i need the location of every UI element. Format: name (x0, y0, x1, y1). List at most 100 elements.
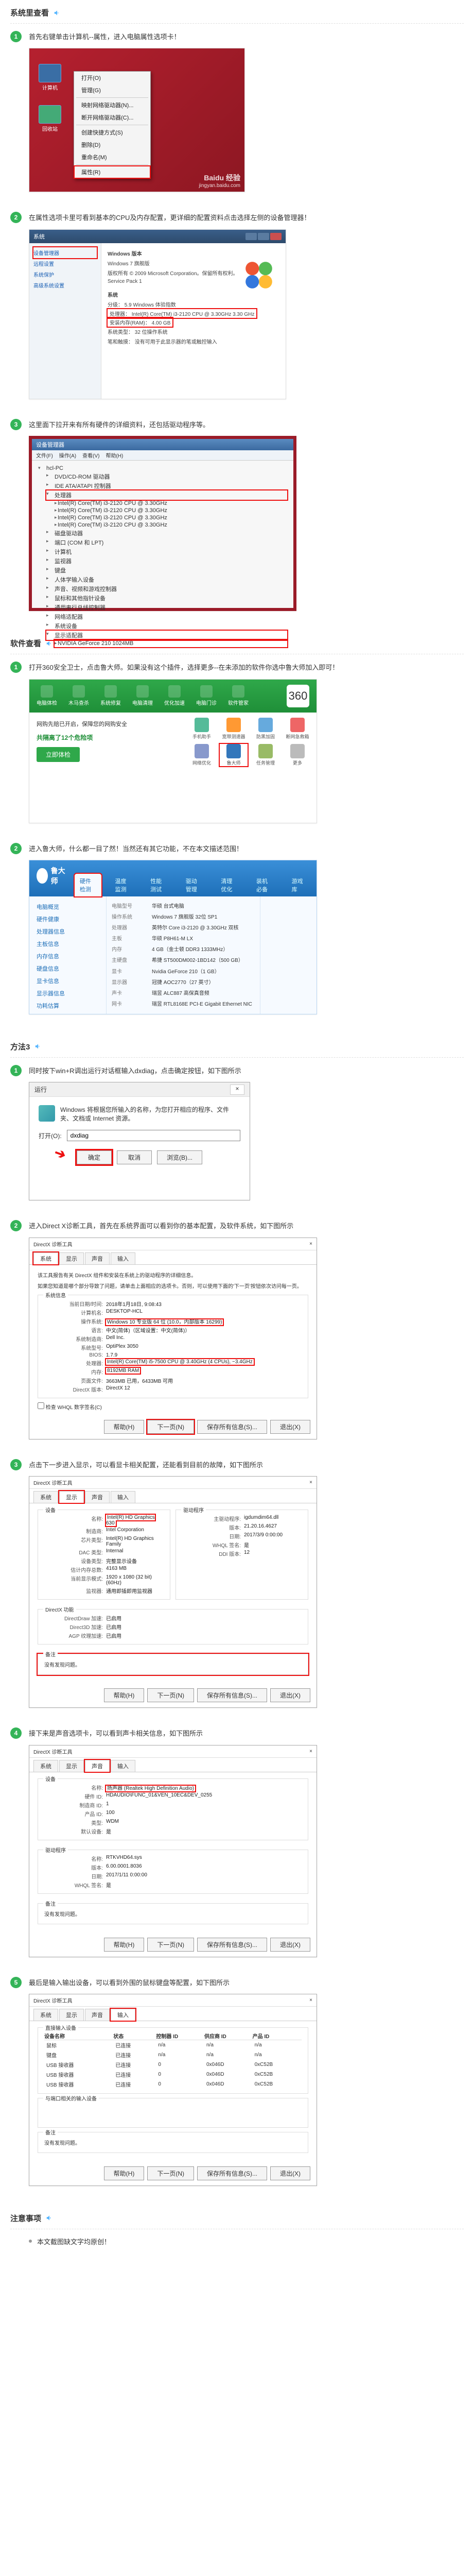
dx-tab-input[interactable]: 输入 (111, 1760, 135, 1772)
tool-ludashi[interactable]: 鲁大师 (220, 744, 248, 766)
dx-tab-display[interactable]: 显示 (59, 2009, 84, 2021)
menu-item-disconnect[interactable]: 断开网络驱动器(C)... (74, 111, 150, 124)
ld-tab-game[interactable]: 游戏库 (287, 874, 309, 896)
ld-tab-clean[interactable]: 清理优化 (216, 874, 243, 896)
menu-item-manage[interactable]: 管理(G) (74, 84, 150, 96)
menu-item-open[interactable]: 打开(O) (74, 72, 150, 84)
next-button[interactable]: 下一页(N) (147, 1420, 194, 1434)
ld-cat-gfx[interactable]: 显卡信息 (33, 975, 102, 987)
help-button[interactable]: 帮助(H) (104, 1938, 145, 1952)
dx-tab-input[interactable]: 输入 (111, 1491, 135, 1503)
ld-tab-hardware[interactable]: 硬件检测 (75, 874, 102, 896)
tree-ports[interactable]: 端口 (COM 和 LPT) (46, 538, 287, 547)
close-button[interactable]: × (230, 1084, 244, 1095)
tree-sound[interactable]: 声音、视频和游戏控制器 (46, 584, 287, 594)
360-tab-health[interactable]: 电脑体检 (37, 685, 57, 706)
ld-tab-driver[interactable]: 驱动管理 (181, 874, 208, 896)
tree-disk[interactable]: 磁盘驱动器 (46, 529, 287, 538)
menu-item-properties[interactable]: 属性(R) (74, 166, 150, 178)
dx-tab-system[interactable]: 系统 (33, 1760, 58, 1772)
menu-item-shortcut[interactable]: 创建快捷方式(S) (74, 126, 150, 139)
tree-mouse[interactable]: 鼠标和其他指针设备 (46, 594, 287, 603)
cancel-button[interactable]: 取消 (117, 1150, 152, 1164)
dx-tab-sound[interactable]: 声音 (85, 2009, 110, 2021)
exit-button[interactable]: 退出(X) (270, 2166, 310, 2180)
link-device-manager[interactable]: 设备管理器 (33, 247, 97, 258)
tree-keyboard[interactable]: 键盘 (46, 566, 287, 575)
360-tab-trojan[interactable]: 木马查杀 (68, 685, 89, 706)
menu-item-rename[interactable]: 重命名(M) (74, 151, 150, 163)
tree-cpu-item[interactable]: Intel(R) Core(TM) i3-2120 CPU @ 3.30GHz (55, 521, 287, 529)
browse-button[interactable]: 浏览(B)... (157, 1150, 202, 1164)
save-button[interactable]: 保存所有信息(S)... (197, 1420, 267, 1434)
tree-monitor[interactable]: 监视器 (46, 556, 287, 566)
menu-view[interactable]: 查看(V) (82, 451, 99, 459)
tree-display-adapters[interactable]: 显示适配器 (46, 631, 287, 640)
tool-netfix[interactable]: 断网急救箱 (284, 718, 311, 740)
close-button[interactable]: × (309, 1241, 312, 1247)
dx-tab-input[interactable]: 输入 (111, 1252, 135, 1264)
360-avatar[interactable]: 360 (287, 685, 309, 707)
tool-speed[interactable]: 宽带测速器 (220, 718, 248, 740)
ld-tab-install[interactable]: 装机必备 (251, 874, 278, 896)
exit-button[interactable]: 退出(X) (270, 1938, 310, 1952)
tree-root[interactable]: hcl-PC (38, 465, 287, 472)
next-button[interactable]: 下一页(N) (147, 1938, 194, 1952)
close-button[interactable] (270, 233, 282, 240)
next-button[interactable]: 下一页(N) (147, 2166, 194, 2180)
link-remote[interactable]: 远程设置 (33, 258, 97, 269)
tree-cpu-item[interactable]: Intel(R) Core(TM) i3-2120 CPU @ 3.30GHz (55, 500, 287, 507)
360-tab-boost[interactable]: 优化加速 (164, 685, 185, 706)
ld-tab-bench[interactable]: 性能测试 (145, 874, 172, 896)
exit-button[interactable]: 退出(X) (270, 1688, 310, 1702)
tree-usb[interactable]: 通用串行总线控制器 (46, 603, 287, 612)
360-tab-clean[interactable]: 电脑清理 (132, 685, 153, 706)
dx-tab-display[interactable]: 显示 (59, 1252, 84, 1264)
dx-tab-sound[interactable]: 声音 (85, 1491, 110, 1503)
ld-cat-mem[interactable]: 内存信息 (33, 950, 102, 962)
menu-item-delete[interactable]: 删除(D) (74, 139, 150, 151)
tree-gpu-item[interactable]: NVIDIA GeForce 210 1024MB (55, 640, 287, 647)
save-button[interactable]: 保存所有信息(S)... (197, 1938, 267, 1952)
360-tab-clinic[interactable]: 电脑门诊 (196, 685, 217, 706)
dx-tab-system[interactable]: 系统 (33, 1491, 58, 1503)
menu-item-mapdrive[interactable]: 映射网络驱动器(N)... (74, 99, 150, 111)
link-protect[interactable]: 系统保护 (33, 269, 97, 280)
next-button[interactable]: 下一页(N) (147, 1688, 194, 1702)
360-tab-repair[interactable]: 系统修复 (100, 685, 121, 706)
tree-cpu-item[interactable]: Intel(R) Core(TM) i3-2120 CPU @ 3.30GHz (55, 507, 287, 514)
dx-tab-display[interactable]: 显示 (59, 1760, 84, 1772)
menu-file[interactable]: 文件(F) (36, 451, 53, 459)
menu-action[interactable]: 操作(A) (59, 451, 76, 459)
speaker-icon[interactable] (53, 9, 61, 16)
dx-tab-sound[interactable]: 声音 (85, 1252, 110, 1264)
tree-dvd[interactable]: DVD/CD-ROM 驱动器 (46, 472, 287, 481)
tree-ide[interactable]: IDE ATA/ATAPI 控制器 (46, 481, 287, 490)
tree-processors[interactable]: 处理器 (46, 490, 287, 500)
ld-cat-disk[interactable]: 硬盘信息 (33, 962, 102, 975)
help-button[interactable]: 帮助(H) (104, 2166, 145, 2180)
ok-button[interactable]: 确定 ➔ (77, 1150, 112, 1164)
tree-cpu-item[interactable]: Intel(R) Core(TM) i3-2120 CPU @ 3.30GHz (55, 514, 287, 521)
dx-tab-sound[interactable]: 声音 (85, 1760, 110, 1772)
dx-tab-input[interactable]: 输入 (111, 2009, 135, 2021)
tree-network[interactable]: 网络适配器 (46, 612, 287, 621)
help-button[interactable]: 帮助(H) (104, 1688, 145, 1702)
ld-cat-cpu[interactable]: 处理器信息 (33, 925, 102, 938)
speaker-icon[interactable] (45, 2214, 54, 2222)
close-button[interactable]: × (309, 1749, 312, 1754)
tree-sysdev[interactable]: 系统设备 (46, 621, 287, 631)
run-input[interactable] (67, 1130, 240, 1141)
max-button[interactable] (258, 233, 269, 240)
tool-phone[interactable]: 手机助手 (188, 718, 216, 740)
tool-antihack[interactable]: 防黑加固 (252, 718, 279, 740)
save-button[interactable]: 保存所有信息(S)... (197, 2166, 267, 2180)
whql-checkbox[interactable] (38, 1402, 44, 1409)
ld-cat-mb[interactable]: 主板信息 (33, 938, 102, 950)
menu-help[interactable]: 帮助(H) (106, 451, 123, 459)
min-button[interactable] (245, 233, 257, 240)
ld-cat-health[interactable]: 硬件健康 (33, 913, 102, 925)
save-button[interactable]: 保存所有信息(S)... (197, 1688, 267, 1702)
tool-more[interactable]: 更多 (284, 744, 311, 766)
360-tab-softmgr[interactable]: 软件管家 (228, 685, 249, 706)
